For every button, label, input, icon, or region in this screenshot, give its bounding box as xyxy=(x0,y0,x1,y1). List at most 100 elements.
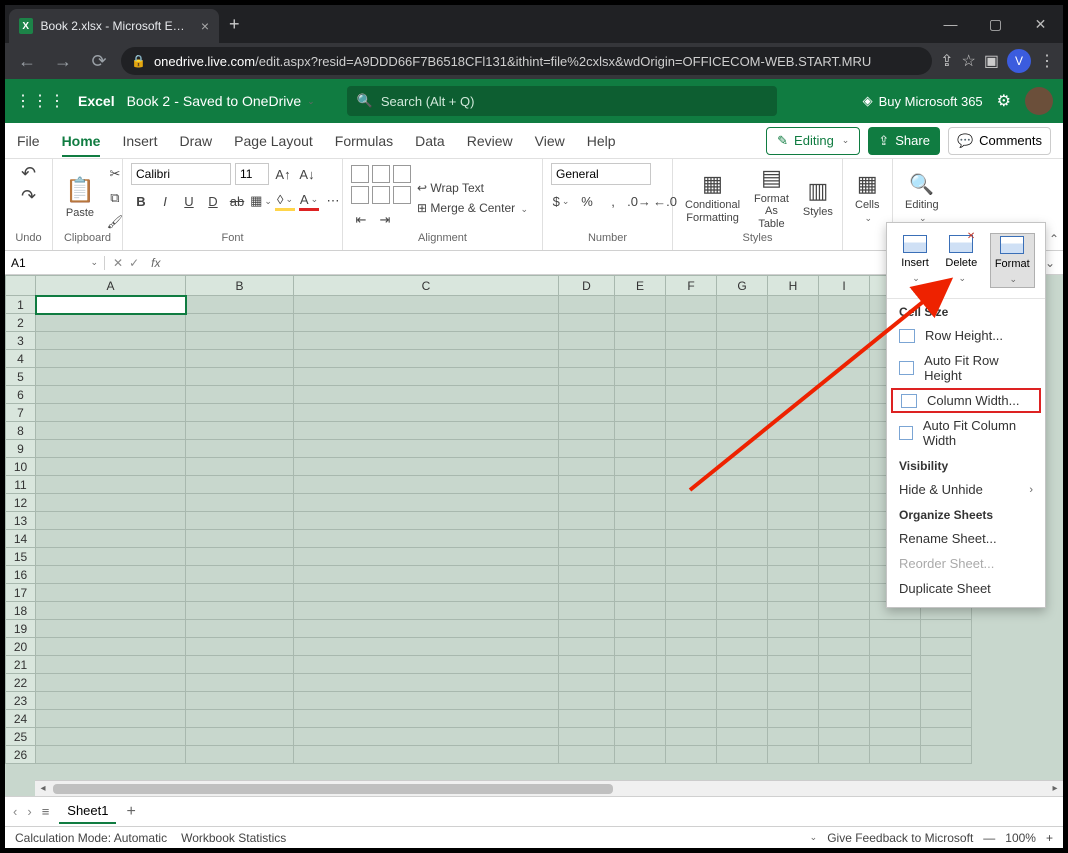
cell[interactable] xyxy=(615,332,666,350)
cell[interactable] xyxy=(666,494,717,512)
cell[interactable] xyxy=(666,440,717,458)
cell[interactable] xyxy=(615,368,666,386)
cell[interactable] xyxy=(768,710,819,728)
row-header[interactable]: 6 xyxy=(6,386,36,404)
cell[interactable] xyxy=(921,638,972,656)
editing-dropdown-button[interactable]: 🔍 Editing ⌄ xyxy=(901,170,943,226)
cell[interactable] xyxy=(819,512,870,530)
decrease-decimal-button[interactable]: ←.0 xyxy=(655,191,675,211)
cell[interactable] xyxy=(186,314,294,332)
cell[interactable] xyxy=(717,620,768,638)
cell[interactable] xyxy=(717,656,768,674)
cell[interactable] xyxy=(36,674,186,692)
settings-icon[interactable]: ⚙ xyxy=(997,91,1011,111)
minimize-button[interactable]: — xyxy=(928,5,973,43)
cell[interactable] xyxy=(294,440,559,458)
bookmark-icon[interactable]: ☆ xyxy=(962,51,976,71)
cell[interactable] xyxy=(921,620,972,638)
cell[interactable] xyxy=(717,458,768,476)
cell[interactable] xyxy=(36,512,186,530)
cell[interactable] xyxy=(717,350,768,368)
tab-insert[interactable]: Insert xyxy=(122,133,157,149)
cell[interactable] xyxy=(768,440,819,458)
cell[interactable] xyxy=(768,368,819,386)
cell[interactable] xyxy=(819,332,870,350)
cell[interactable] xyxy=(717,566,768,584)
cell[interactable] xyxy=(294,332,559,350)
cell[interactable] xyxy=(36,350,186,368)
cell[interactable] xyxy=(294,314,559,332)
cell[interactable] xyxy=(717,494,768,512)
cell[interactable] xyxy=(921,656,972,674)
name-box[interactable]: A1 ⌄ xyxy=(5,256,105,270)
cell[interactable] xyxy=(294,422,559,440)
cell[interactable] xyxy=(36,548,186,566)
share-page-icon[interactable]: ⇪ xyxy=(940,51,953,71)
tab-review[interactable]: Review xyxy=(467,133,513,149)
cell[interactable] xyxy=(717,314,768,332)
cell[interactable] xyxy=(870,692,921,710)
cell[interactable] xyxy=(666,458,717,476)
cell[interactable] xyxy=(186,440,294,458)
double-underline-button[interactable]: D xyxy=(203,191,223,211)
cell[interactable] xyxy=(717,440,768,458)
cell[interactable] xyxy=(717,296,768,314)
cell[interactable] xyxy=(559,602,615,620)
cell[interactable] xyxy=(717,602,768,620)
browser-menu-icon[interactable]: ⋮ xyxy=(1039,51,1055,71)
column-header[interactable]: F xyxy=(666,276,717,296)
cell[interactable] xyxy=(186,332,294,350)
cell[interactable] xyxy=(36,296,186,314)
format-cells-button[interactable]: Format⌄ xyxy=(990,233,1035,288)
cell[interactable] xyxy=(819,692,870,710)
cell[interactable] xyxy=(615,728,666,746)
row-header[interactable]: 12 xyxy=(6,494,36,512)
cell[interactable] xyxy=(768,638,819,656)
cell[interactable] xyxy=(559,746,615,764)
cell[interactable] xyxy=(870,746,921,764)
alignment-grid[interactable] xyxy=(351,165,411,204)
cell[interactable] xyxy=(819,476,870,494)
cell[interactable] xyxy=(819,548,870,566)
sheet-tab[interactable]: Sheet1 xyxy=(59,799,116,824)
cell[interactable] xyxy=(559,512,615,530)
cell[interactable] xyxy=(615,440,666,458)
row-header[interactable]: 2 xyxy=(6,314,36,332)
row-header[interactable]: 3 xyxy=(6,332,36,350)
cell[interactable] xyxy=(559,350,615,368)
row-header[interactable]: 17 xyxy=(6,584,36,602)
cell[interactable] xyxy=(186,422,294,440)
cell[interactable] xyxy=(186,350,294,368)
add-sheet-button[interactable]: + xyxy=(126,803,135,821)
cell[interactable] xyxy=(294,530,559,548)
column-header[interactable]: A xyxy=(36,276,186,296)
cell[interactable] xyxy=(768,350,819,368)
cell[interactable] xyxy=(186,494,294,512)
cell[interactable] xyxy=(819,656,870,674)
cell[interactable] xyxy=(186,386,294,404)
decrease-indent-button[interactable]: ⇤ xyxy=(351,210,371,230)
row-header[interactable]: 20 xyxy=(6,638,36,656)
cell[interactable] xyxy=(666,746,717,764)
column-header[interactable]: B xyxy=(186,276,294,296)
cell[interactable] xyxy=(666,710,717,728)
row-header[interactable]: 23 xyxy=(6,692,36,710)
cell[interactable] xyxy=(559,332,615,350)
cell[interactable] xyxy=(559,386,615,404)
next-sheet-button[interactable]: › xyxy=(27,804,31,819)
back-button[interactable]: ← xyxy=(13,51,41,72)
cell[interactable] xyxy=(768,746,819,764)
cell[interactable] xyxy=(666,512,717,530)
copy-button[interactable]: ⧉ xyxy=(105,188,125,208)
cell[interactable] xyxy=(36,368,186,386)
cell[interactable] xyxy=(819,494,870,512)
row-header[interactable]: 9 xyxy=(6,440,36,458)
cell[interactable] xyxy=(294,728,559,746)
styles-button[interactable]: ▥ Styles xyxy=(799,176,837,220)
close-tab-icon[interactable]: × xyxy=(201,18,209,34)
cell[interactable] xyxy=(615,638,666,656)
cell[interactable] xyxy=(186,296,294,314)
undo-button[interactable]: ↶ xyxy=(21,163,36,184)
cell[interactable] xyxy=(294,692,559,710)
editing-mode-button[interactable]: ✎ Editing ⌄ xyxy=(766,127,860,155)
